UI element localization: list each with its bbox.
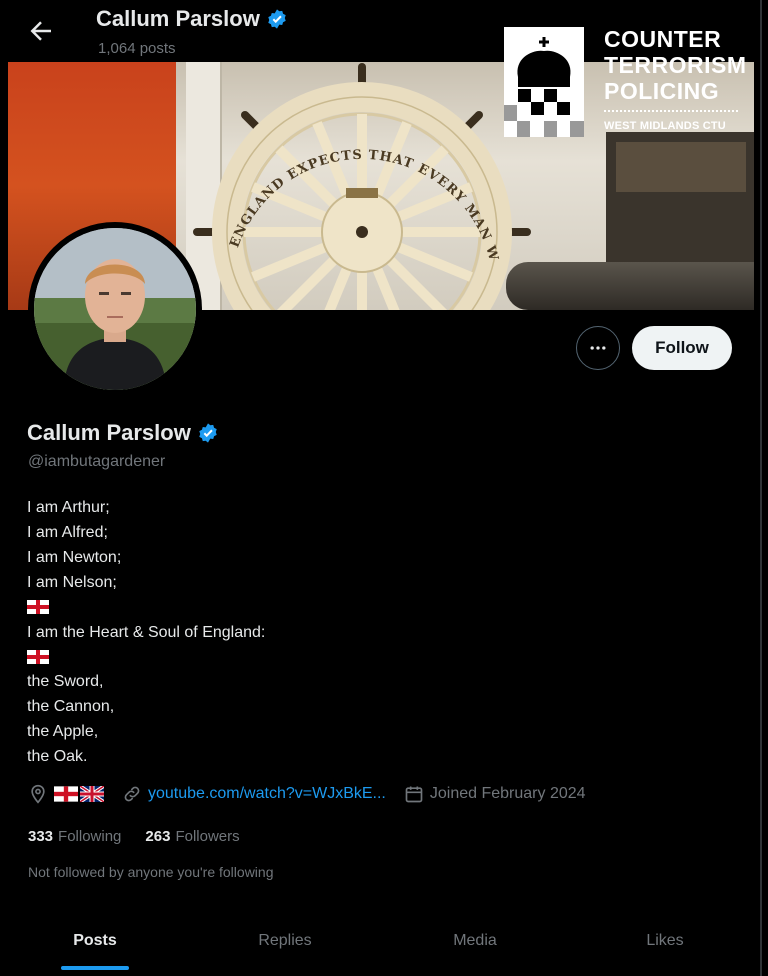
bio-line: I am Alfred; <box>27 523 108 541</box>
logo-line-1: COUNTER <box>604 26 722 52</box>
england-flag-icon <box>27 650 49 665</box>
following-label: Following <box>58 828 122 845</box>
not-followed-note: Not followed by anyone you're following <box>28 864 274 880</box>
tab-label: Media <box>453 932 497 949</box>
england-flag-icon <box>27 600 49 615</box>
profile-bio: I am Arthur; I am Alfred; I am Newton; I… <box>27 496 265 770</box>
logo-subtitle: WEST MIDLANDS CTU <box>604 120 726 132</box>
tab-label: Posts <box>73 932 117 949</box>
logo-line-3: POLICING <box>604 78 720 104</box>
tab-posts[interactable]: Posts <box>0 910 190 976</box>
joined-date: Joined February 2024 <box>429 785 586 802</box>
header-post-count: 1,064 posts <box>98 40 176 57</box>
header-name: Callum Parslow <box>96 6 260 31</box>
calendar-icon <box>405 786 423 803</box>
banner-cannon <box>506 262 754 310</box>
bio-line: I am the Heart & Soul of England: <box>27 623 266 641</box>
avatar-photo <box>34 228 196 390</box>
logo-line-2: TERRORISM <box>604 52 747 78</box>
following-link[interactable]: 333 Following <box>28 828 121 845</box>
profile-handle: @iambutagardener <box>28 453 166 470</box>
more-button[interactable] <box>576 326 620 370</box>
link-icon <box>124 786 140 802</box>
bio-line: I am Arthur; <box>27 499 110 516</box>
union-flag-icon <box>80 786 104 802</box>
tab-label: Likes <box>646 932 684 949</box>
arrow-left-icon[interactable] <box>26 16 56 46</box>
active-tab-indicator <box>61 966 129 970</box>
bio-flag-line <box>27 596 265 621</box>
location-pin-icon <box>31 784 45 804</box>
bio-flag-line <box>27 645 265 670</box>
joined-item: Joined February 2024 <box>404 784 586 804</box>
tab-likes[interactable]: Likes <box>570 910 760 976</box>
followers-count: 263 <box>145 828 171 845</box>
avatar[interactable] <box>28 222 202 396</box>
verified-badge-icon <box>268 9 286 29</box>
header-name-row: Callum Parslow <box>96 6 288 32</box>
profile-meta: youtube.com/watch?v=WJxBkE... Joined Feb… <box>28 784 586 804</box>
bio-line: the Oak. <box>27 748 88 766</box>
following-count: 333 <box>28 828 54 845</box>
profile-tabs: Posts Replies Media Likes <box>0 910 760 976</box>
tab-replies[interactable]: Replies <box>190 910 380 976</box>
bio-line: I am Nelson; <box>27 573 117 591</box>
england-flag-icon <box>54 786 78 802</box>
bio-line: the Sword, <box>27 673 104 691</box>
location-item <box>28 784 104 804</box>
followers-link[interactable]: 263 Followers <box>145 828 239 845</box>
profile-name-row: Callum Parslow <box>27 420 219 446</box>
ship-wheel-image: ENGLAND EXPECTS THAT EVERY MAN WILL DO H… <box>193 63 531 310</box>
banner-shelf <box>616 142 746 192</box>
profile-link[interactable]: youtube.com/watch?v=WJxBkE... <box>148 785 386 803</box>
bio-line: the Cannon, <box>27 698 115 716</box>
profile-page: Callum Parslow 1,064 posts ENGLAND EXPEC… <box>0 0 762 976</box>
link-item[interactable]: youtube.com/watch?v=WJxBkE... <box>122 784 386 804</box>
bio-line: I am Newton; <box>27 548 122 566</box>
bio-line: the Apple, <box>27 723 99 741</box>
followers-label: Followers <box>175 828 240 845</box>
logo-divider <box>604 110 738 112</box>
verified-badge-icon[interactable] <box>197 422 219 444</box>
ctp-logo-text: COUNTER TERRORISM POLICING WEST MIDLANDS… <box>604 26 754 132</box>
tab-label: Replies <box>258 932 312 949</box>
follow-stats: 333 Following 263 Followers <box>28 828 240 845</box>
more-horizontal-icon <box>590 346 606 350</box>
crown-crest-icon <box>504 27 584 137</box>
tab-media[interactable]: Media <box>380 910 570 976</box>
follow-button[interactable]: Follow <box>632 326 732 370</box>
profile-name: Callum Parslow <box>27 420 191 445</box>
